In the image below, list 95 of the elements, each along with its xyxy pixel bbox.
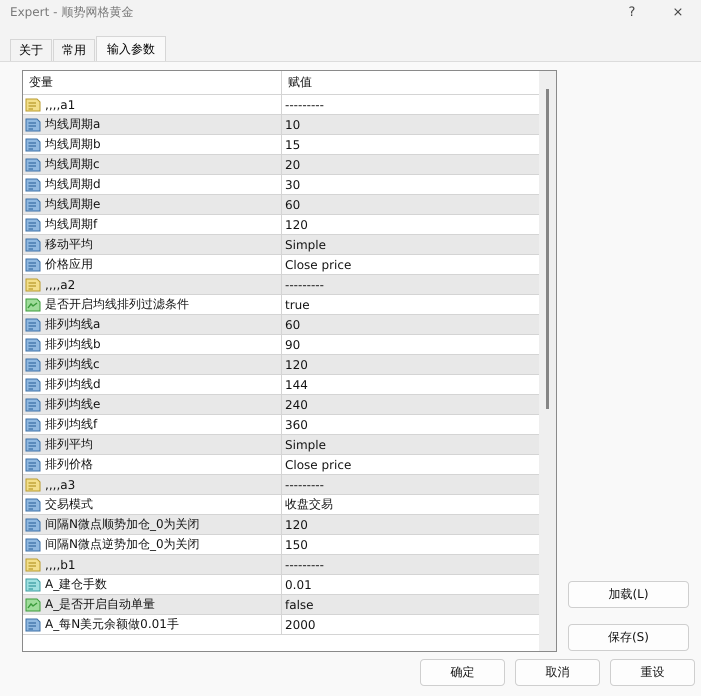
parameter-type-icon <box>25 578 41 592</box>
parameter-value: Close price <box>285 458 352 472</box>
parameter-name: 是否开启均线排列过滤条件 <box>45 296 189 313</box>
parameter-type-icon <box>25 198 41 212</box>
column-header: 变量 <box>23 71 282 94</box>
parameter-value: 360 <box>285 418 308 432</box>
parameter-name: 排列均线e <box>45 396 100 413</box>
parameter-name: 均线周期b <box>45 136 101 153</box>
dialog-button[interactable]: 取消 <box>515 659 600 686</box>
column-header: 赋值 <box>287 74 313 91</box>
parameter-name: 均线周期a <box>45 116 100 133</box>
parameter-value: 15 <box>285 138 300 152</box>
parameter-type-icon <box>25 598 41 612</box>
parameter-name: 交易模式 <box>45 496 93 513</box>
parameter-value: 60 <box>285 318 300 332</box>
parameter-value: 0.01 <box>285 578 312 592</box>
parameter-type-icon <box>25 418 41 432</box>
window-title: Expert - 顺势网格黄金 <box>10 4 134 20</box>
parameter-name: 排列均线f <box>45 416 98 433</box>
parameter-name: 均线周期d <box>45 176 101 193</box>
parameter-type-icon <box>25 218 41 232</box>
parameter-name: 排列平均 <box>45 436 93 453</box>
parameter-type-icon <box>25 258 41 272</box>
parameter-name: 均线周期c <box>45 156 100 173</box>
parameter-type-icon <box>25 178 41 192</box>
parameter-value: --------- <box>285 478 324 492</box>
parameter-value: Simple <box>285 238 326 252</box>
parameter-value: 144 <box>285 378 308 392</box>
parameter-type-icon <box>25 458 41 472</box>
tab[interactable]: 常用 <box>53 39 95 61</box>
parameter-name: 排列均线c <box>45 356 100 373</box>
parameter-value: 120 <box>285 358 308 372</box>
parameter-name: ,,,,a3 <box>45 478 76 492</box>
parameter-value: Simple <box>285 438 326 452</box>
parameter-name: ,,,,b1 <box>45 558 76 572</box>
parameter-value: Close price <box>285 258 352 272</box>
parameter-type-icon <box>25 558 41 572</box>
parameter-type-icon <box>25 438 41 452</box>
parameter-name: 排列均线d <box>45 376 101 393</box>
parameter-name: A_每N美元余额做0.01手 <box>45 616 179 633</box>
parameter-type-icon <box>25 498 41 512</box>
parameter-type-icon <box>25 158 41 172</box>
parameter-type-icon <box>25 278 41 292</box>
parameter-value: 120 <box>285 218 308 232</box>
parameter-type-icon <box>25 538 41 552</box>
parameter-value: --------- <box>285 98 324 112</box>
parameter-name: 均线周期f <box>45 216 98 233</box>
parameter-value: 120 <box>285 518 308 532</box>
parameter-name: 间隔N微点顺势加仓_0为关闭 <box>45 516 200 533</box>
parameter-type-icon <box>25 518 41 532</box>
parameter-type-icon <box>25 138 41 152</box>
parameter-name: 排列均线a <box>45 316 100 333</box>
parameter-type-icon <box>25 318 41 332</box>
parameter-type-icon <box>25 118 41 132</box>
parameter-value: 10 <box>285 118 300 132</box>
parameter-value: --------- <box>285 558 324 572</box>
parameter-value: 60 <box>285 198 300 212</box>
help-button[interactable]: ? <box>609 0 655 24</box>
parameter-name: ,,,,a2 <box>45 278 76 292</box>
tab[interactable]: 关于 <box>10 39 52 61</box>
parameter-name: 排列价格 <box>45 456 93 473</box>
parameter-type-icon <box>25 338 41 352</box>
parameter-value: 150 <box>285 538 308 552</box>
dialog-button[interactable]: 重设 <box>610 659 695 686</box>
tab[interactable]: 输入参数 <box>96 36 166 61</box>
parameter-name: A_是否开启自动单量 <box>45 596 156 613</box>
parameter-value: 20 <box>285 158 300 172</box>
dialog-button[interactable]: 确定 <box>420 659 505 686</box>
parameter-name: 价格应用 <box>45 256 93 273</box>
close-button[interactable]: × <box>655 0 701 24</box>
parameter-value: false <box>285 598 314 612</box>
parameter-type-icon <box>25 298 41 312</box>
parameter-value: --------- <box>285 278 324 292</box>
parameter-value: 30 <box>285 178 300 192</box>
parameter-value: 2000 <box>285 618 316 632</box>
parameter-name: 排列均线b <box>45 336 101 353</box>
parameter-name: 均线周期e <box>45 196 100 213</box>
side-button[interactable]: 保存(S) <box>568 624 689 651</box>
scrollbar[interactable] <box>539 71 556 651</box>
parameter-value: 收盘交易 <box>285 496 333 513</box>
parameter-name: 间隔N微点逆势加仓_0为关闭 <box>45 536 200 553</box>
parameter-type-icon <box>25 398 41 412</box>
side-button[interactable]: 加载(L) <box>568 581 689 608</box>
parameter-value: 90 <box>285 338 300 352</box>
parameter-value: true <box>285 298 310 312</box>
parameter-type-icon <box>25 618 41 632</box>
parameter-type-icon <box>25 98 41 112</box>
parameter-name: A_建仓手数 <box>45 576 108 593</box>
parameter-type-icon <box>25 358 41 372</box>
parameter-type-icon <box>25 478 41 492</box>
parameter-type-icon <box>25 238 41 252</box>
parameter-value: 240 <box>285 398 308 412</box>
parameter-type-icon <box>25 378 41 392</box>
parameter-name: ,,,,a1 <box>45 98 76 112</box>
parameter-name: 移动平均 <box>45 236 93 253</box>
